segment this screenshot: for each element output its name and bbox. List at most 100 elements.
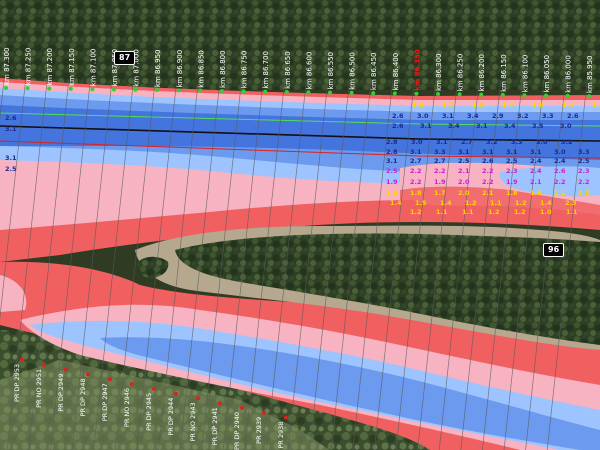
depth-value: 2.2 [434, 167, 446, 175]
km-marker[interactable] [371, 91, 376, 96]
depth-value: 1.2 [514, 208, 526, 216]
depth-value: 2.6 [5, 114, 17, 122]
depth-value: 1.8 [506, 189, 518, 197]
km-marker[interactable] [392, 91, 397, 96]
pr-label: PR 2938 [277, 422, 285, 449]
pr-marker[interactable] [262, 410, 266, 415]
depth-value: 1.2 [488, 208, 500, 216]
km-marker[interactable] [90, 87, 95, 92]
km-marker[interactable] [565, 93, 570, 98]
km-label: km 87.150 [68, 48, 76, 86]
depth-value: 3.3 [542, 112, 554, 120]
pr-marker[interactable] [196, 396, 200, 401]
depth-value: 1.1 [566, 208, 578, 216]
badge-87[interactable]: 87 [114, 51, 136, 65]
km-marker[interactable] [263, 89, 268, 94]
pr-marker[interactable] [284, 415, 288, 420]
depth-value: 2.5 [578, 189, 590, 197]
km-marker[interactable] [587, 94, 592, 99]
km-marker[interactable] [436, 92, 440, 96]
depth-value: 2.1 [458, 167, 470, 175]
km-marker[interactable] [500, 92, 505, 97]
depth-value: 3.1 [5, 154, 17, 162]
pr-marker[interactable] [108, 377, 112, 382]
km-marker[interactable] [133, 87, 138, 92]
km-marker[interactable] [112, 87, 116, 92]
depth-value: 1.2 [465, 199, 477, 207]
badge-96[interactable]: 96 [543, 243, 565, 257]
depth-value: 1.7 [434, 189, 446, 197]
map-canvas: km 87.300 km 87.250 km 87.200 km 87.150 km 8… [0, 0, 600, 450]
depth-value: 2.6 [392, 122, 404, 130]
km-label: km 86.750 [241, 51, 249, 89]
pr-marker[interactable] [174, 391, 178, 396]
pr-marker[interactable] [86, 372, 90, 377]
pr-label: PR DP 2940 [233, 412, 241, 450]
depth-value: 2.5 [506, 157, 518, 165]
pr-marker[interactable] [130, 382, 134, 386]
depth-value: 1.6 [386, 189, 398, 197]
km-marker[interactable] [47, 86, 52, 91]
depth-value: 3.1 [530, 148, 542, 156]
pr-label: PR NO 2943 [189, 402, 197, 441]
km-label: km 86.250 [457, 54, 465, 92]
depth-value: 1.6 [530, 189, 542, 197]
depth-value: 3.4 [467, 112, 479, 120]
depth-value: 1.5 [532, 101, 544, 109]
depth-value: 2.4 [554, 157, 566, 165]
pr-marker[interactable] [42, 362, 46, 367]
km-marker[interactable] [414, 91, 419, 96]
km-label: km 86.600 [305, 52, 313, 90]
pr-label: PR DP 2941 [211, 407, 219, 445]
pr-marker[interactable] [20, 358, 24, 362]
km-marker[interactable] [176, 88, 181, 93]
depth-value: 3.0 [554, 148, 566, 156]
km-label: km 86.900 [176, 50, 184, 88]
pr-marker[interactable] [218, 401, 222, 406]
km-label: km 86.000 [565, 55, 573, 93]
km-label: km 86.100 [521, 55, 529, 93]
depth-value: 3.1 [386, 157, 398, 165]
km-marker[interactable] [349, 90, 354, 95]
depth-value: 2.5 [458, 157, 470, 165]
depth-value: 2.3 [506, 167, 518, 175]
pr-marker[interactable] [240, 406, 244, 410]
depth-value: 1.1 [462, 208, 474, 216]
depth-value: 1.9 [434, 178, 446, 186]
km-marker[interactable] [479, 92, 484, 97]
depth-value: 1.2 [410, 208, 422, 216]
depth-value: 1.6 [412, 101, 424, 109]
depth-value: 1.2 [515, 199, 527, 207]
depth-value: 2.8 [386, 148, 398, 156]
depth-value: 2.3 [578, 167, 590, 175]
km-marker[interactable] [457, 92, 462, 97]
km-marker[interactable] [25, 86, 30, 91]
km-marker[interactable] [306, 90, 311, 95]
km-marker[interactable] [544, 93, 548, 98]
depth-value: 2.0 [458, 189, 470, 197]
km-marker[interactable] [155, 88, 160, 93]
pr-marker[interactable] [152, 386, 156, 391]
depth-value: 3.0 [417, 112, 429, 120]
km-marker[interactable] [68, 86, 73, 91]
depth-value: 3.1 [5, 125, 17, 133]
depth-value: 2.6 [554, 167, 566, 175]
depth-value: 3.1 [458, 148, 470, 156]
km-marker[interactable] [220, 89, 224, 93]
km-label: km 86.450 [370, 53, 378, 91]
km-marker[interactable] [241, 89, 246, 94]
depth-value: 1.4 [440, 199, 452, 207]
km-marker[interactable] [284, 89, 289, 94]
pr-label: PR DP 2953 [13, 364, 21, 402]
pr-label: PR DP 2948 [79, 378, 87, 416]
depth-value: 2.2 [482, 167, 494, 175]
km-marker[interactable] [198, 88, 203, 93]
km-label: km 86.300 [435, 53, 443, 91]
km-marker[interactable] [4, 86, 8, 90]
km-marker[interactable] [328, 90, 332, 95]
river-map[interactable]: km 87.300 km 87.250 km 87.200 km 87.150 km 8… [0, 0, 600, 450]
depth-value: 1.4 [562, 101, 574, 109]
pr-marker[interactable] [64, 367, 68, 372]
depth-value: 1.4 [390, 199, 402, 207]
km-marker[interactable] [522, 93, 527, 98]
